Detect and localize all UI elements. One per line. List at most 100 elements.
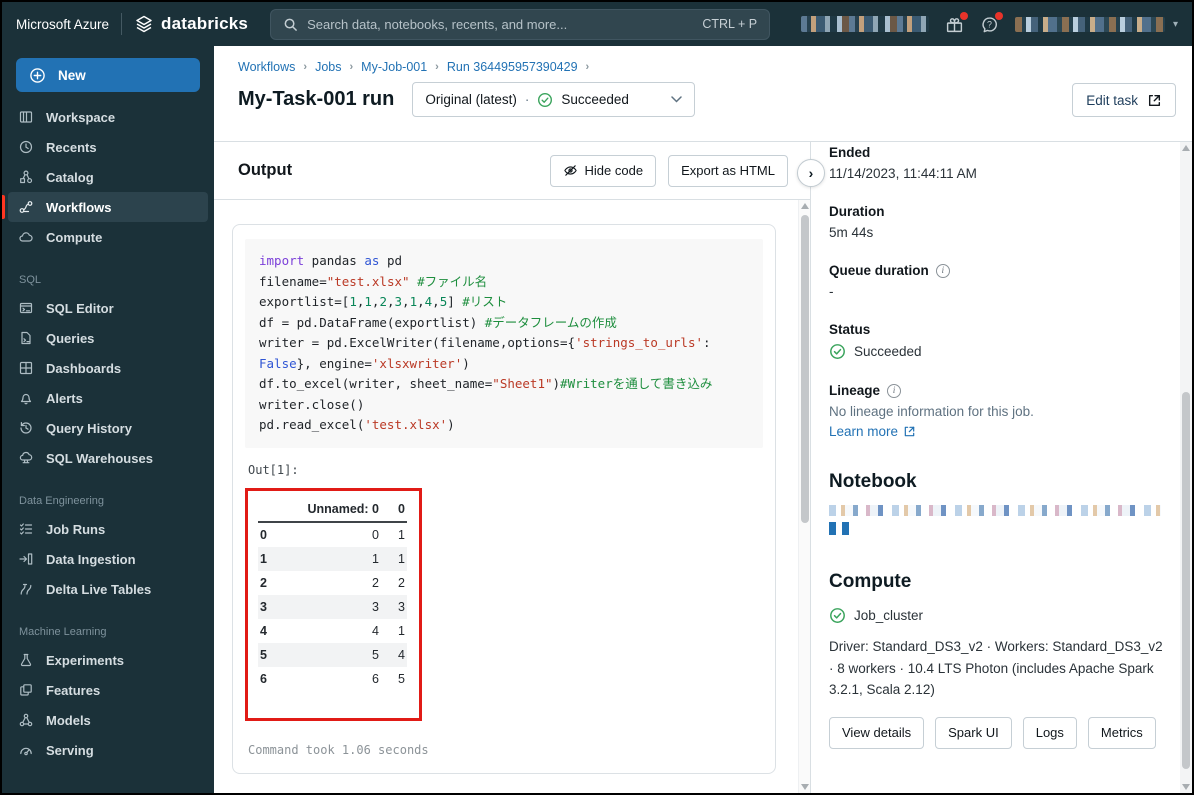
view-details-button[interactable]: View details bbox=[829, 716, 925, 749]
sidebar-item-job-runs[interactable]: Job Runs bbox=[8, 514, 208, 544]
azure-label: Microsoft Azure bbox=[16, 16, 110, 32]
output-scrollbar[interactable] bbox=[798, 200, 810, 793]
chevron-right-icon: › bbox=[303, 61, 308, 73]
sidebar-section-sql: SQL bbox=[19, 274, 42, 286]
sidebar-item-sql-editor[interactable]: SQL Editor bbox=[8, 293, 208, 323]
sidebar-item-catalog[interactable]: Catalog bbox=[8, 162, 208, 192]
success-check-icon bbox=[829, 607, 846, 624]
sidebar-item-workspace[interactable]: Workspace bbox=[8, 102, 208, 132]
highlighted-result-box: Unnamed: 0 0 001 111 222 333 4 4 1 5 5 4… bbox=[245, 487, 422, 721]
logs-button[interactable]: Logs bbox=[1022, 716, 1077, 749]
sidebar-item-alerts[interactable]: Alerts bbox=[8, 383, 208, 413]
run-details-panel: Ended 11/14/2023, 11:44:11 AM Duration 5… bbox=[811, 142, 1192, 793]
clock-icon bbox=[18, 139, 34, 155]
sidebar-item-workflows[interactable]: Workflows bbox=[2, 192, 208, 222]
scrollbar-thumb[interactable] bbox=[800, 215, 809, 523]
details-scrollbar[interactable] bbox=[1180, 142, 1192, 793]
scroll-down-arrow[interactable] bbox=[1182, 784, 1190, 790]
sidebar-item-serving[interactable]: Serving bbox=[8, 735, 208, 765]
metrics-button[interactable]: Metrics bbox=[1087, 716, 1156, 749]
sidebar-section-data-engineering: Data Engineering bbox=[19, 495, 105, 507]
scrollbar-thumb[interactable] bbox=[1182, 392, 1190, 769]
table-row: 111 bbox=[258, 546, 407, 571]
chevron-right-icon: › bbox=[585, 61, 590, 73]
sidebar-item-queries[interactable]: Queries bbox=[8, 323, 208, 353]
cluster-status: Job_cluster bbox=[829, 607, 1166, 624]
field-lineage: Lineage i No lineage information for thi… bbox=[829, 383, 1034, 439]
table-row: 222 bbox=[260, 575, 405, 590]
collapse-panel-button[interactable]: › bbox=[797, 159, 825, 187]
new-button[interactable]: New bbox=[16, 58, 200, 92]
gift-button[interactable] bbox=[945, 11, 968, 34]
cluster-name[interactable]: Job_cluster bbox=[854, 608, 923, 623]
features-icon bbox=[18, 682, 34, 698]
breadcrumb-run[interactable]: Run 364495957390429 bbox=[447, 60, 578, 74]
workspace-icon bbox=[18, 109, 34, 125]
sidebar-item-recents[interactable]: Recents bbox=[8, 132, 208, 162]
export-as-html-button[interactable]: Export as HTML bbox=[668, 154, 788, 187]
account-menu[interactable]: ▾ bbox=[1014, 16, 1178, 32]
sidebar-item-experiments[interactable]: Experiments bbox=[8, 645, 208, 675]
redacted-workspace-name bbox=[800, 16, 929, 32]
sidebar-item-delta-live-tables[interactable]: Delta Live Tables bbox=[8, 574, 208, 604]
redacted-account-name bbox=[1014, 16, 1165, 32]
notification-dot bbox=[959, 11, 968, 20]
sidebar-item-compute[interactable]: Compute bbox=[8, 222, 208, 252]
breadcrumb-job[interactable]: My-Job-001 bbox=[361, 60, 427, 74]
warehouse-icon bbox=[18, 450, 34, 466]
success-check-icon bbox=[829, 343, 846, 360]
info-icon[interactable]: i bbox=[887, 383, 902, 398]
scroll-up-arrow[interactable] bbox=[1182, 145, 1190, 151]
notebook-output-scroll: import pandas as pd filename="test.xlsx" … bbox=[214, 200, 798, 793]
sidebar-section-machine-learning: Machine Learning bbox=[19, 626, 107, 638]
field-status: Status Succeeded bbox=[829, 322, 922, 360]
scroll-up-arrow[interactable] bbox=[800, 203, 809, 209]
topbar-right: ? ▾ bbox=[800, 11, 1178, 34]
sidebar-item-models[interactable]: Models bbox=[8, 705, 208, 735]
models-icon bbox=[18, 712, 34, 728]
global-search-input[interactable]: Search data, notebooks, recents, and mor… bbox=[270, 8, 771, 40]
topbar-divider bbox=[121, 13, 123, 35]
sidebar-item-data-ingestion[interactable]: Data Ingestion bbox=[8, 544, 208, 574]
plus-circle-icon bbox=[29, 67, 46, 84]
notebook-heading: Notebook bbox=[829, 471, 917, 492]
field-queue-duration: Queue duration i - bbox=[829, 263, 1166, 299]
top-bar: Microsoft Azure databricks Search data, … bbox=[2, 2, 1192, 46]
table-row: 665 bbox=[260, 671, 405, 686]
pipeline-icon bbox=[18, 581, 34, 597]
compute-actions: View details Spark UI Logs Metrics bbox=[829, 716, 1166, 749]
column-header: Unnamed: 0 bbox=[304, 496, 381, 523]
scroll-down-arrow[interactable] bbox=[800, 784, 809, 790]
table-row: 441 bbox=[260, 623, 405, 638]
hide-code-button[interactable]: Hide code bbox=[549, 154, 657, 187]
column-header: 0 bbox=[381, 496, 407, 523]
field-ended: Ended 11/14/2023, 11:44:11 AM bbox=[829, 145, 977, 181]
queries-icon bbox=[18, 330, 34, 346]
edit-task-button[interactable]: Edit task bbox=[1072, 83, 1176, 117]
redacted-notebook-path-line2 bbox=[829, 522, 1166, 535]
page-title: My-Task-001 run bbox=[238, 88, 395, 110]
sql-editor-icon bbox=[18, 300, 34, 316]
search-placeholder: Search data, notebooks, recents, and mor… bbox=[307, 16, 568, 32]
sidebar-item-sql-warehouses[interactable]: SQL Warehouses bbox=[8, 443, 208, 473]
search-shortcut: CTRL + P bbox=[702, 17, 758, 31]
breadcrumb-jobs[interactable]: Jobs bbox=[315, 60, 341, 74]
sidebar-item-query-history[interactable]: Query History bbox=[8, 413, 208, 443]
breadcrumb-workflows[interactable]: Workflows bbox=[238, 60, 295, 74]
redacted-notebook-path bbox=[829, 505, 1161, 516]
output-panel: Output Hide code Export as HTML import p… bbox=[214, 142, 811, 793]
external-link-icon bbox=[903, 425, 916, 438]
sidebar-item-features[interactable]: Features bbox=[8, 675, 208, 705]
ingestion-icon bbox=[18, 551, 34, 567]
version-status-dropdown[interactable]: Original (latest) · Succeeded bbox=[412, 82, 695, 117]
code-block: import pandas as pd filename="test.xlsx" … bbox=[245, 239, 763, 448]
sidebar-item-dashboards[interactable]: Dashboards bbox=[8, 353, 208, 383]
output-heading: Output bbox=[238, 161, 293, 179]
table-row: 554 bbox=[258, 642, 407, 667]
success-check-icon bbox=[537, 92, 553, 108]
learn-more-link[interactable]: Learn more bbox=[829, 424, 916, 439]
spark-ui-button[interactable]: Spark UI bbox=[935, 716, 1012, 749]
help-button[interactable]: ? bbox=[980, 11, 1003, 34]
catalog-icon bbox=[18, 169, 34, 185]
info-icon[interactable]: i bbox=[935, 263, 950, 278]
